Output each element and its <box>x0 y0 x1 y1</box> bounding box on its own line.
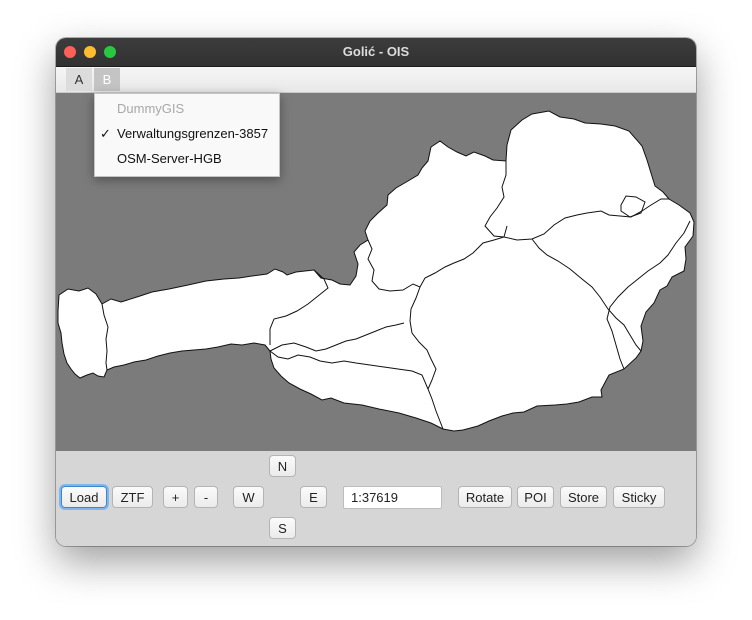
scale-input[interactable]: 1:37619 <box>343 486 442 509</box>
zoom-in-button[interactable]: + <box>163 486 188 508</box>
control-panel: N Load ZTF + - W E 1:37619 Rotate POI St… <box>56 451 696 546</box>
store-button[interactable]: Store <box>560 486 607 508</box>
menu-item-osm-server[interactable]: OSM-Server-HGB <box>95 147 279 171</box>
menu-item-label: Verwaltungsgrenzen-3857 <box>117 126 269 141</box>
pan-east-button[interactable]: E <box>300 486 327 508</box>
app-window: Golić - OIS A B DummyGIS ✓ Verwaltungsgr… <box>56 38 696 546</box>
menu-item-label: OSM-Server-HGB <box>117 151 222 166</box>
zoom-out-button[interactable]: - <box>194 486 218 508</box>
pan-south-button[interactable]: S <box>269 517 296 539</box>
menu-a[interactable]: A <box>66 68 92 91</box>
rotate-button[interactable]: Rotate <box>458 486 512 508</box>
menu-b[interactable]: B <box>94 68 120 91</box>
poi-button[interactable]: POI <box>517 486 554 508</box>
load-button[interactable]: Load <box>61 486 107 508</box>
menu-item-verwaltungsgrenzen[interactable]: ✓ Verwaltungsgrenzen-3857 <box>95 122 279 146</box>
checkmark-icon: ✓ <box>100 126 111 141</box>
title-bar: Golić - OIS <box>56 38 696 67</box>
ztf-button[interactable]: ZTF <box>112 486 153 508</box>
menu-item-dummygis[interactable]: DummyGIS <box>95 97 279 121</box>
pan-west-button[interactable]: W <box>233 486 264 508</box>
menu-bar: A B <box>56 67 696 93</box>
pan-north-button[interactable]: N <box>269 455 296 477</box>
sticky-button[interactable]: Sticky <box>613 486 665 508</box>
window-title: Golić - OIS <box>342 44 410 59</box>
layer-dropdown-menu: DummyGIS ✓ Verwaltungsgrenzen-3857 OSM-S… <box>94 93 280 177</box>
menu-item-label: DummyGIS <box>117 101 185 116</box>
